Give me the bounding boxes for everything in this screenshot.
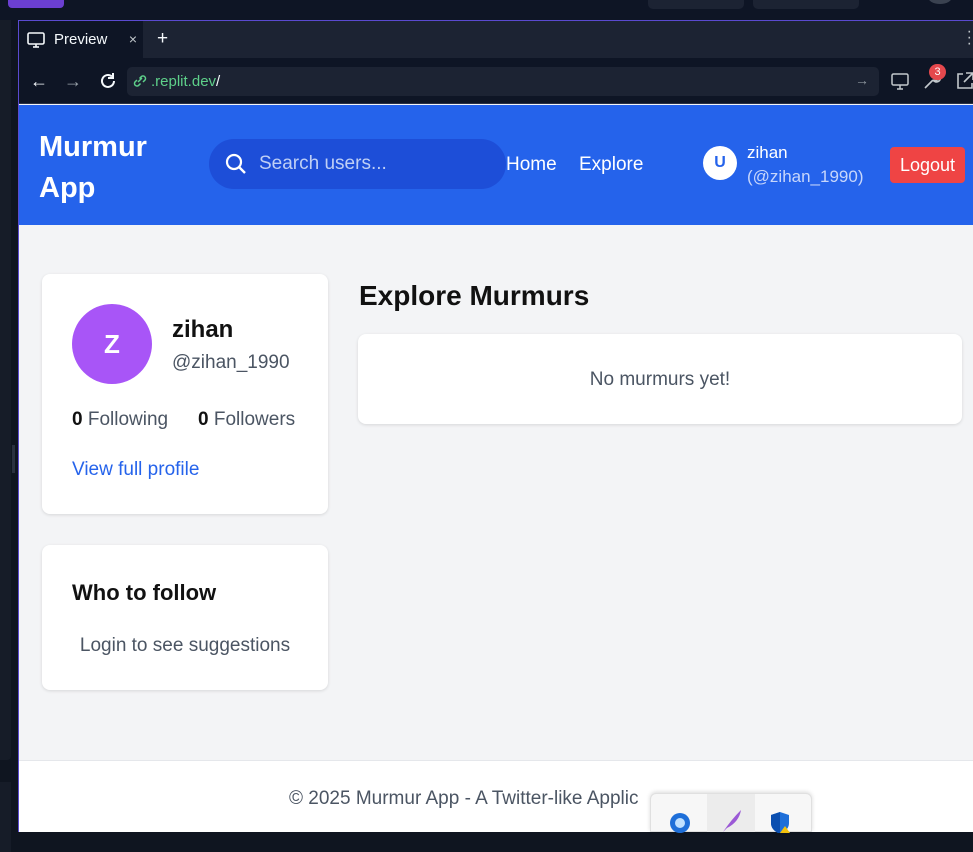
- tab-preview[interactable]: Preview ×: [19, 21, 143, 58]
- new-tab-button[interactable]: +: [157, 28, 168, 50]
- footer-text: © 2025 Murmur App - A Twitter-like Appli…: [289, 788, 639, 809]
- left-panel-lower: [0, 782, 11, 852]
- security-shield-icon[interactable]: [765, 806, 795, 833]
- url-host: .replit.dev: [151, 73, 217, 90]
- workspace-button[interactable]: [8, 0, 64, 8]
- open-external-icon[interactable]: [954, 70, 973, 92]
- following-stat[interactable]: 0 Following: [72, 409, 168, 431]
- monitor-icon: [27, 31, 45, 48]
- brand-logo[interactable]: Murmur App: [39, 127, 179, 209]
- notification-badge: 3: [929, 64, 946, 80]
- forward-icon[interactable]: →: [63, 71, 83, 91]
- back-icon[interactable]: ←: [29, 71, 49, 91]
- current-user-handle: (@zihan_1990): [747, 167, 864, 186]
- search-icon: [225, 153, 246, 174]
- taskbar-popup: [650, 793, 812, 833]
- address-field[interactable]: .replit.dev/ →: [127, 67, 879, 96]
- followers-label: Followers: [213, 409, 296, 430]
- link-icon: [133, 75, 147, 87]
- url-path: /: [216, 73, 221, 90]
- nav-explore-link[interactable]: Explore: [579, 154, 643, 176]
- following-label: Following: [87, 409, 169, 430]
- who-to-follow-text: Login to see suggestions: [79, 635, 291, 656]
- profile-card: Z zihan @zihan_1990 0 Following 0 Follow…: [42, 274, 328, 514]
- feed-card: No murmurs yet!: [358, 334, 962, 424]
- devices-icon[interactable]: [889, 70, 911, 92]
- profile-avatar: Z: [72, 304, 152, 384]
- followers-stat[interactable]: 0 Followers: [198, 409, 295, 431]
- logout-button[interactable]: Logout: [890, 147, 965, 183]
- profile-name: zihan: [172, 316, 234, 343]
- toolbar-button-1[interactable]: [648, 0, 744, 9]
- followers-count: 0: [198, 409, 209, 430]
- app-page: Murmur App Home Explore U zihan (@zihan_…: [19, 105, 973, 832]
- os-top-strip: [0, 0, 973, 20]
- view-profile-link[interactable]: View full profile: [72, 459, 199, 481]
- who-to-follow-card: Who to follow Login to see suggestions: [42, 545, 328, 690]
- footer: © 2025 Murmur App - A Twitter-like Appli…: [19, 760, 973, 832]
- close-icon[interactable]: ×: [129, 31, 137, 47]
- profile-handle: @zihan_1990: [172, 352, 290, 373]
- who-to-follow-title: Who to follow: [72, 580, 217, 605]
- search-input[interactable]: [259, 151, 489, 177]
- url-bar: ← → .replit.dev/ → 3: [19, 58, 973, 104]
- preview-window: Preview × + · · · ← → .replit.dev/ → 3 Mur…: [18, 20, 973, 832]
- go-arrow-icon[interactable]: →: [855, 72, 869, 88]
- left-panel: [0, 20, 11, 760]
- empty-feed-message: No murmurs yet!: [589, 369, 731, 390]
- more-options-icon[interactable]: · · ·: [967, 24, 972, 52]
- toolbar-button-2[interactable]: [753, 0, 859, 9]
- resize-handle[interactable]: [12, 445, 15, 473]
- avatar[interactable]: U: [703, 146, 737, 180]
- edge-app-icon[interactable]: [665, 806, 695, 833]
- tab-label: Preview: [54, 31, 108, 48]
- page-title: Explore Murmurs: [359, 280, 590, 311]
- tab-bar: Preview × + · · ·: [19, 21, 973, 58]
- feather-icon: [723, 810, 741, 832]
- current-user-name: zihan: [747, 143, 788, 162]
- reload-icon[interactable]: [98, 71, 118, 91]
- url-text: .replit.dev/: [151, 73, 220, 90]
- profile-avatar[interactable]: [928, 0, 952, 4]
- left-gutter: [0, 20, 18, 852]
- user-search[interactable]: [209, 139, 506, 189]
- app-navbar: Murmur App Home Explore U zihan (@zihan_…: [19, 105, 973, 225]
- following-count: 0: [72, 409, 83, 430]
- nav-home-link[interactable]: Home: [506, 154, 557, 176]
